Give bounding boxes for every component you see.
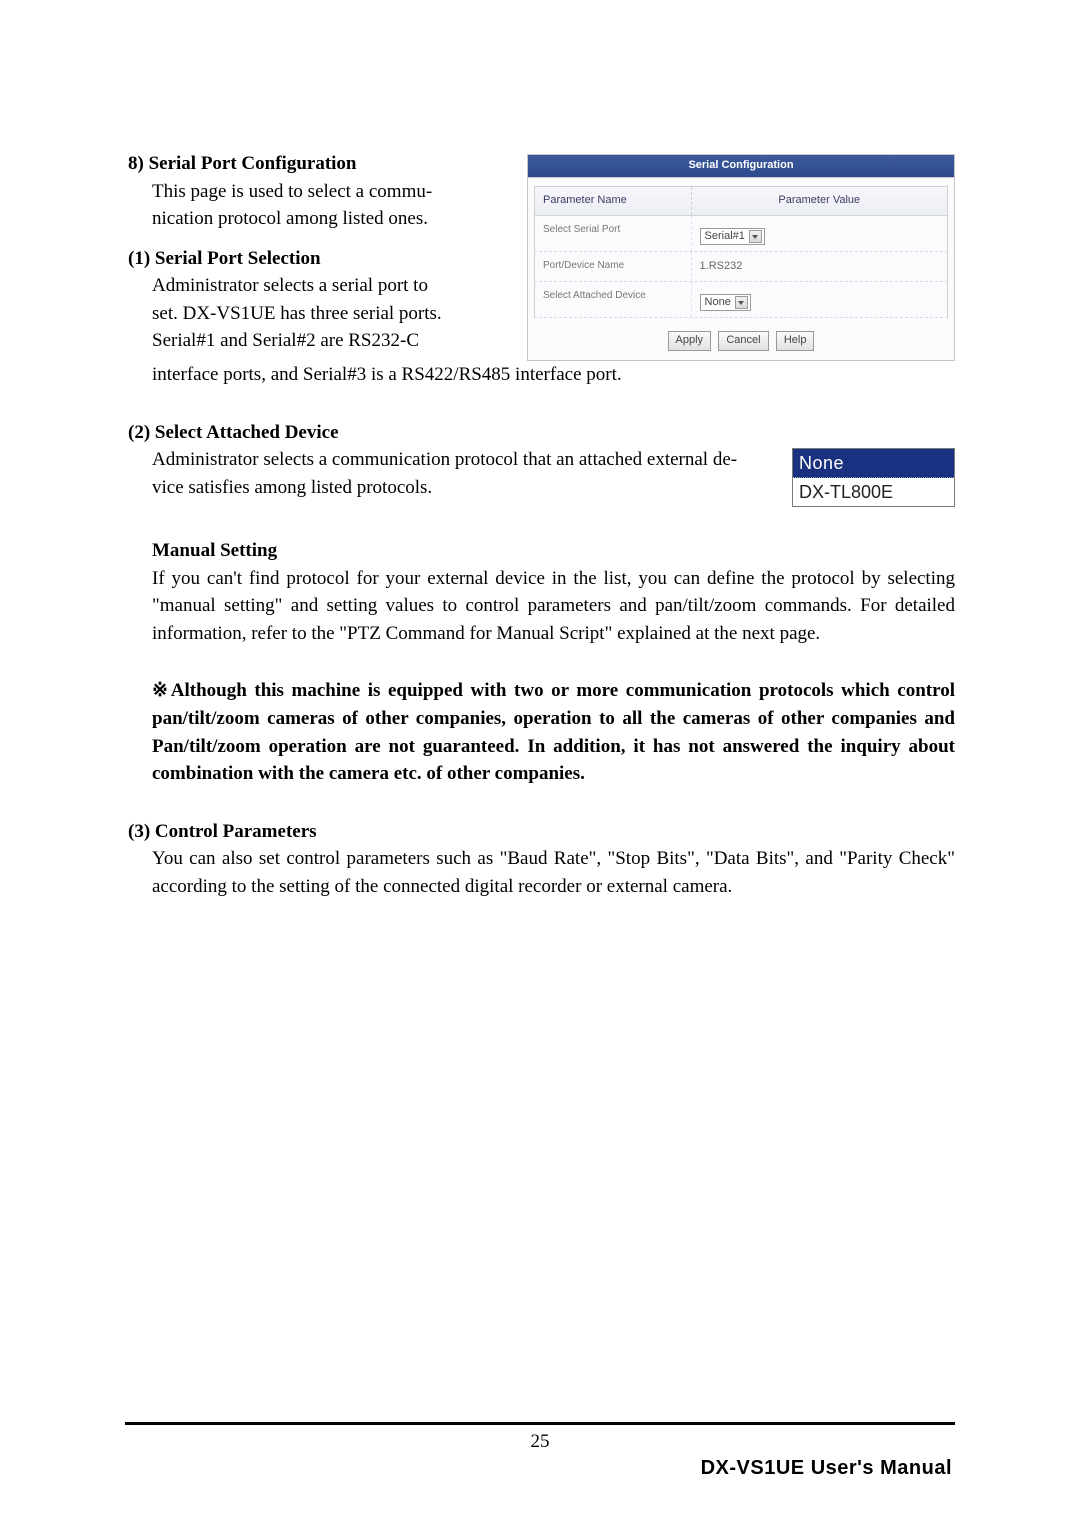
sub3-title: (3) Control Parameters [128, 818, 955, 846]
panel-title: Serial Configuration [528, 155, 954, 178]
select-attached-device[interactable]: None [700, 294, 751, 311]
select-serial-port-value: Serial#1 [705, 229, 745, 245]
serial-config-panel: Serial Configuration Parameter Name Para… [527, 154, 955, 361]
sub2-title: (2) Select Attached Device [128, 419, 955, 447]
manual-setting-title: Manual Setting [152, 537, 955, 565]
chevron-down-icon [749, 230, 762, 243]
param-label: Select Serial Port [535, 216, 692, 252]
page-number: 25 [0, 1428, 1080, 1456]
select-serial-port[interactable]: Serial#1 [700, 228, 765, 245]
footer-rule [125, 1422, 955, 1425]
param-header-value: Parameter Value [692, 187, 947, 215]
sub3-body: You can also set control parameters such… [128, 845, 955, 900]
select-attached-device-value: None [705, 295, 731, 311]
param-label: Select Attached Device [535, 282, 692, 318]
help-button[interactable]: Help [776, 331, 815, 351]
param-row-attached-device: Select Attached Device None [534, 282, 948, 319]
port-device-value: 1.RS232 [700, 256, 939, 275]
param-row-select-serial: Select Serial Port Serial#1 [534, 216, 948, 253]
device-dropdown-option: DX-TL800E [793, 478, 954, 506]
param-header: Parameter Name Parameter Value [534, 186, 948, 216]
chevron-down-icon [735, 296, 748, 309]
device-dropdown[interactable]: None DX-TL800E [792, 448, 955, 507]
sub1-rest: interface ports, and Serial#3 is a RS422… [128, 361, 955, 389]
apply-button[interactable]: Apply [668, 331, 712, 351]
device-dropdown-selected: None [793, 449, 954, 478]
compat-note: ※Although this machine is equipped with … [128, 677, 955, 787]
param-row-port-device: Port/Device Name 1.RS232 [534, 252, 948, 282]
manual-setting-body: If you can't find protocol for your exte… [152, 565, 955, 648]
panel-buttons: Apply Cancel Help [528, 318, 954, 360]
cancel-button[interactable]: Cancel [718, 331, 768, 351]
param-header-name: Parameter Name [535, 187, 692, 215]
param-label: Port/Device Name [535, 252, 692, 281]
manual-label: DX-VS1UE User's Manual [701, 1454, 952, 1483]
